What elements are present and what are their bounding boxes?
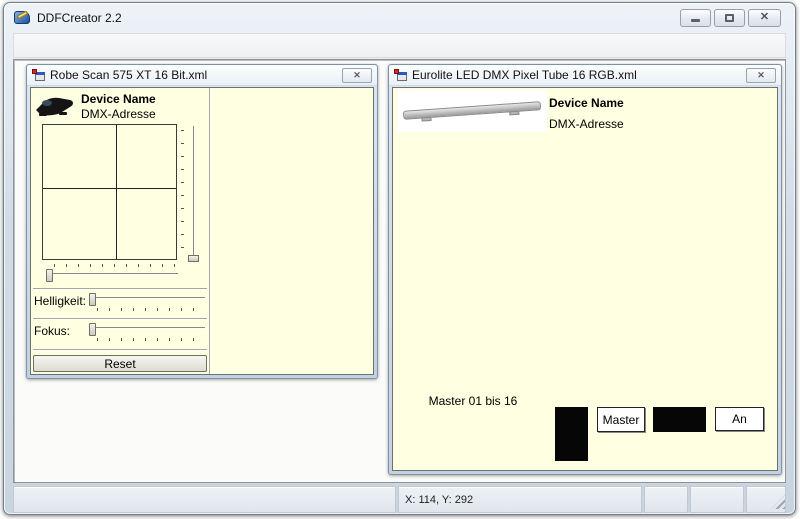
tube-foot (509, 111, 519, 116)
pan-tilt-pad[interactable] (42, 124, 177, 260)
robe-device-image (33, 91, 77, 119)
pan-slider[interactable] (44, 269, 178, 285)
robe-dmx-address: DMX-Adresse (81, 107, 156, 121)
app-icon (14, 10, 31, 25)
menu-bar (13, 33, 786, 58)
eurolite-device-image (397, 90, 547, 132)
fokus-ticks (97, 338, 203, 341)
fokus-label: Fokus: (34, 324, 70, 338)
helligkeit-label: Helligkeit: (34, 294, 86, 308)
minimize-button[interactable] (680, 9, 711, 27)
divider (33, 288, 207, 290)
helligkeit-ticks (97, 308, 203, 311)
master-label: Master 01 bis 16 (397, 394, 549, 406)
fokus-slider[interactable] (87, 323, 205, 343)
title-bar[interactable]: DDFCreator 2.2 ✕ (4, 3, 795, 32)
divider (33, 349, 207, 351)
master-color-box (653, 407, 706, 432)
reset-button[interactable]: Reset (33, 355, 207, 372)
tilt-slider-groove (193, 126, 195, 262)
status-panel-empty (13, 486, 396, 513)
window-title: DDFCreator 2.2 (37, 11, 122, 25)
column-divider (209, 88, 211, 374)
master-preview (555, 407, 588, 461)
form-icon (394, 69, 407, 81)
tilt-slider-ticks (181, 130, 184, 256)
pan-slider-groove (52, 273, 178, 275)
robe-window[interactable]: Robe Scan 575 XT 16 Bit.xml ✕ Device Nam… (26, 64, 378, 379)
status-panel-position: X: 114, Y: 292 (398, 486, 642, 513)
divider (33, 318, 207, 320)
eurolite-window[interactable]: Eurolite LED DMX Pixel Tube 16 RGB.xml ✕… (388, 64, 782, 475)
an-button[interactable]: An (715, 407, 764, 431)
main-window: DDFCreator 2.2 ✕ Robe Scan 575 XT 16 Bit… (3, 2, 796, 515)
maximize-button[interactable] (714, 9, 745, 27)
robe-window-title: Robe Scan 575 XT 16 Bit.xml (50, 68, 207, 82)
close-button[interactable]: ✕ (748, 9, 781, 27)
helligkeit-thumb[interactable] (89, 293, 96, 306)
helligkeit-groove (95, 297, 205, 299)
screenshot-stage: DDFCreator 2.2 ✕ Robe Scan 575 XT 16 Bit… (0, 0, 800, 519)
pad-crosshair-horizontal (43, 188, 176, 189)
eurolite-close-button[interactable]: ✕ (746, 68, 776, 83)
robe-title-bar[interactable]: Robe Scan 575 XT 16 Bit.xml ✕ (27, 65, 377, 86)
tilt-slider-thumb[interactable] (188, 255, 199, 262)
eurolite-dmx-address: DMX-Adresse (549, 117, 624, 131)
mdi-client: Robe Scan 575 XT 16 Bit.xml ✕ Device Nam… (13, 59, 786, 483)
robe-device-name: Device Name (81, 92, 156, 106)
resize-grip[interactable] (771, 495, 785, 509)
fokus-groove (95, 327, 205, 329)
tilt-slider[interactable] (181, 124, 199, 264)
minimize-icon (691, 19, 700, 22)
eurolite-window-title: Eurolite LED DMX Pixel Tube 16 RGB.xml (412, 68, 637, 82)
tube-foot (421, 117, 431, 122)
fokus-thumb[interactable] (89, 323, 96, 336)
robe-close-button[interactable]: ✕ (342, 68, 372, 83)
helligkeit-slider[interactable] (87, 293, 205, 313)
status-panel-3 (690, 486, 744, 513)
eurolite-device-name: Device Name (549, 96, 624, 110)
status-panel-2 (644, 486, 688, 513)
status-panel-4 (746, 486, 786, 513)
form-icon (32, 69, 45, 81)
status-bar: X: 114, Y: 292 (13, 486, 786, 513)
pad-crosshair-vertical (116, 125, 117, 259)
pan-slider-ticks (54, 264, 176, 267)
robe-window-body: Device Name DMX-Adresse (30, 87, 374, 375)
eurolite-title-bar[interactable]: Eurolite LED DMX Pixel Tube 16 RGB.xml ✕ (389, 65, 781, 86)
maximize-icon (725, 14, 734, 22)
pan-slider-thumb[interactable] (46, 269, 53, 282)
eurolite-window-body: Device Name DMX-Adresse Master 01 bis 16… (392, 87, 778, 471)
master-button[interactable]: Master (597, 407, 645, 432)
close-icon: ✕ (760, 12, 769, 23)
